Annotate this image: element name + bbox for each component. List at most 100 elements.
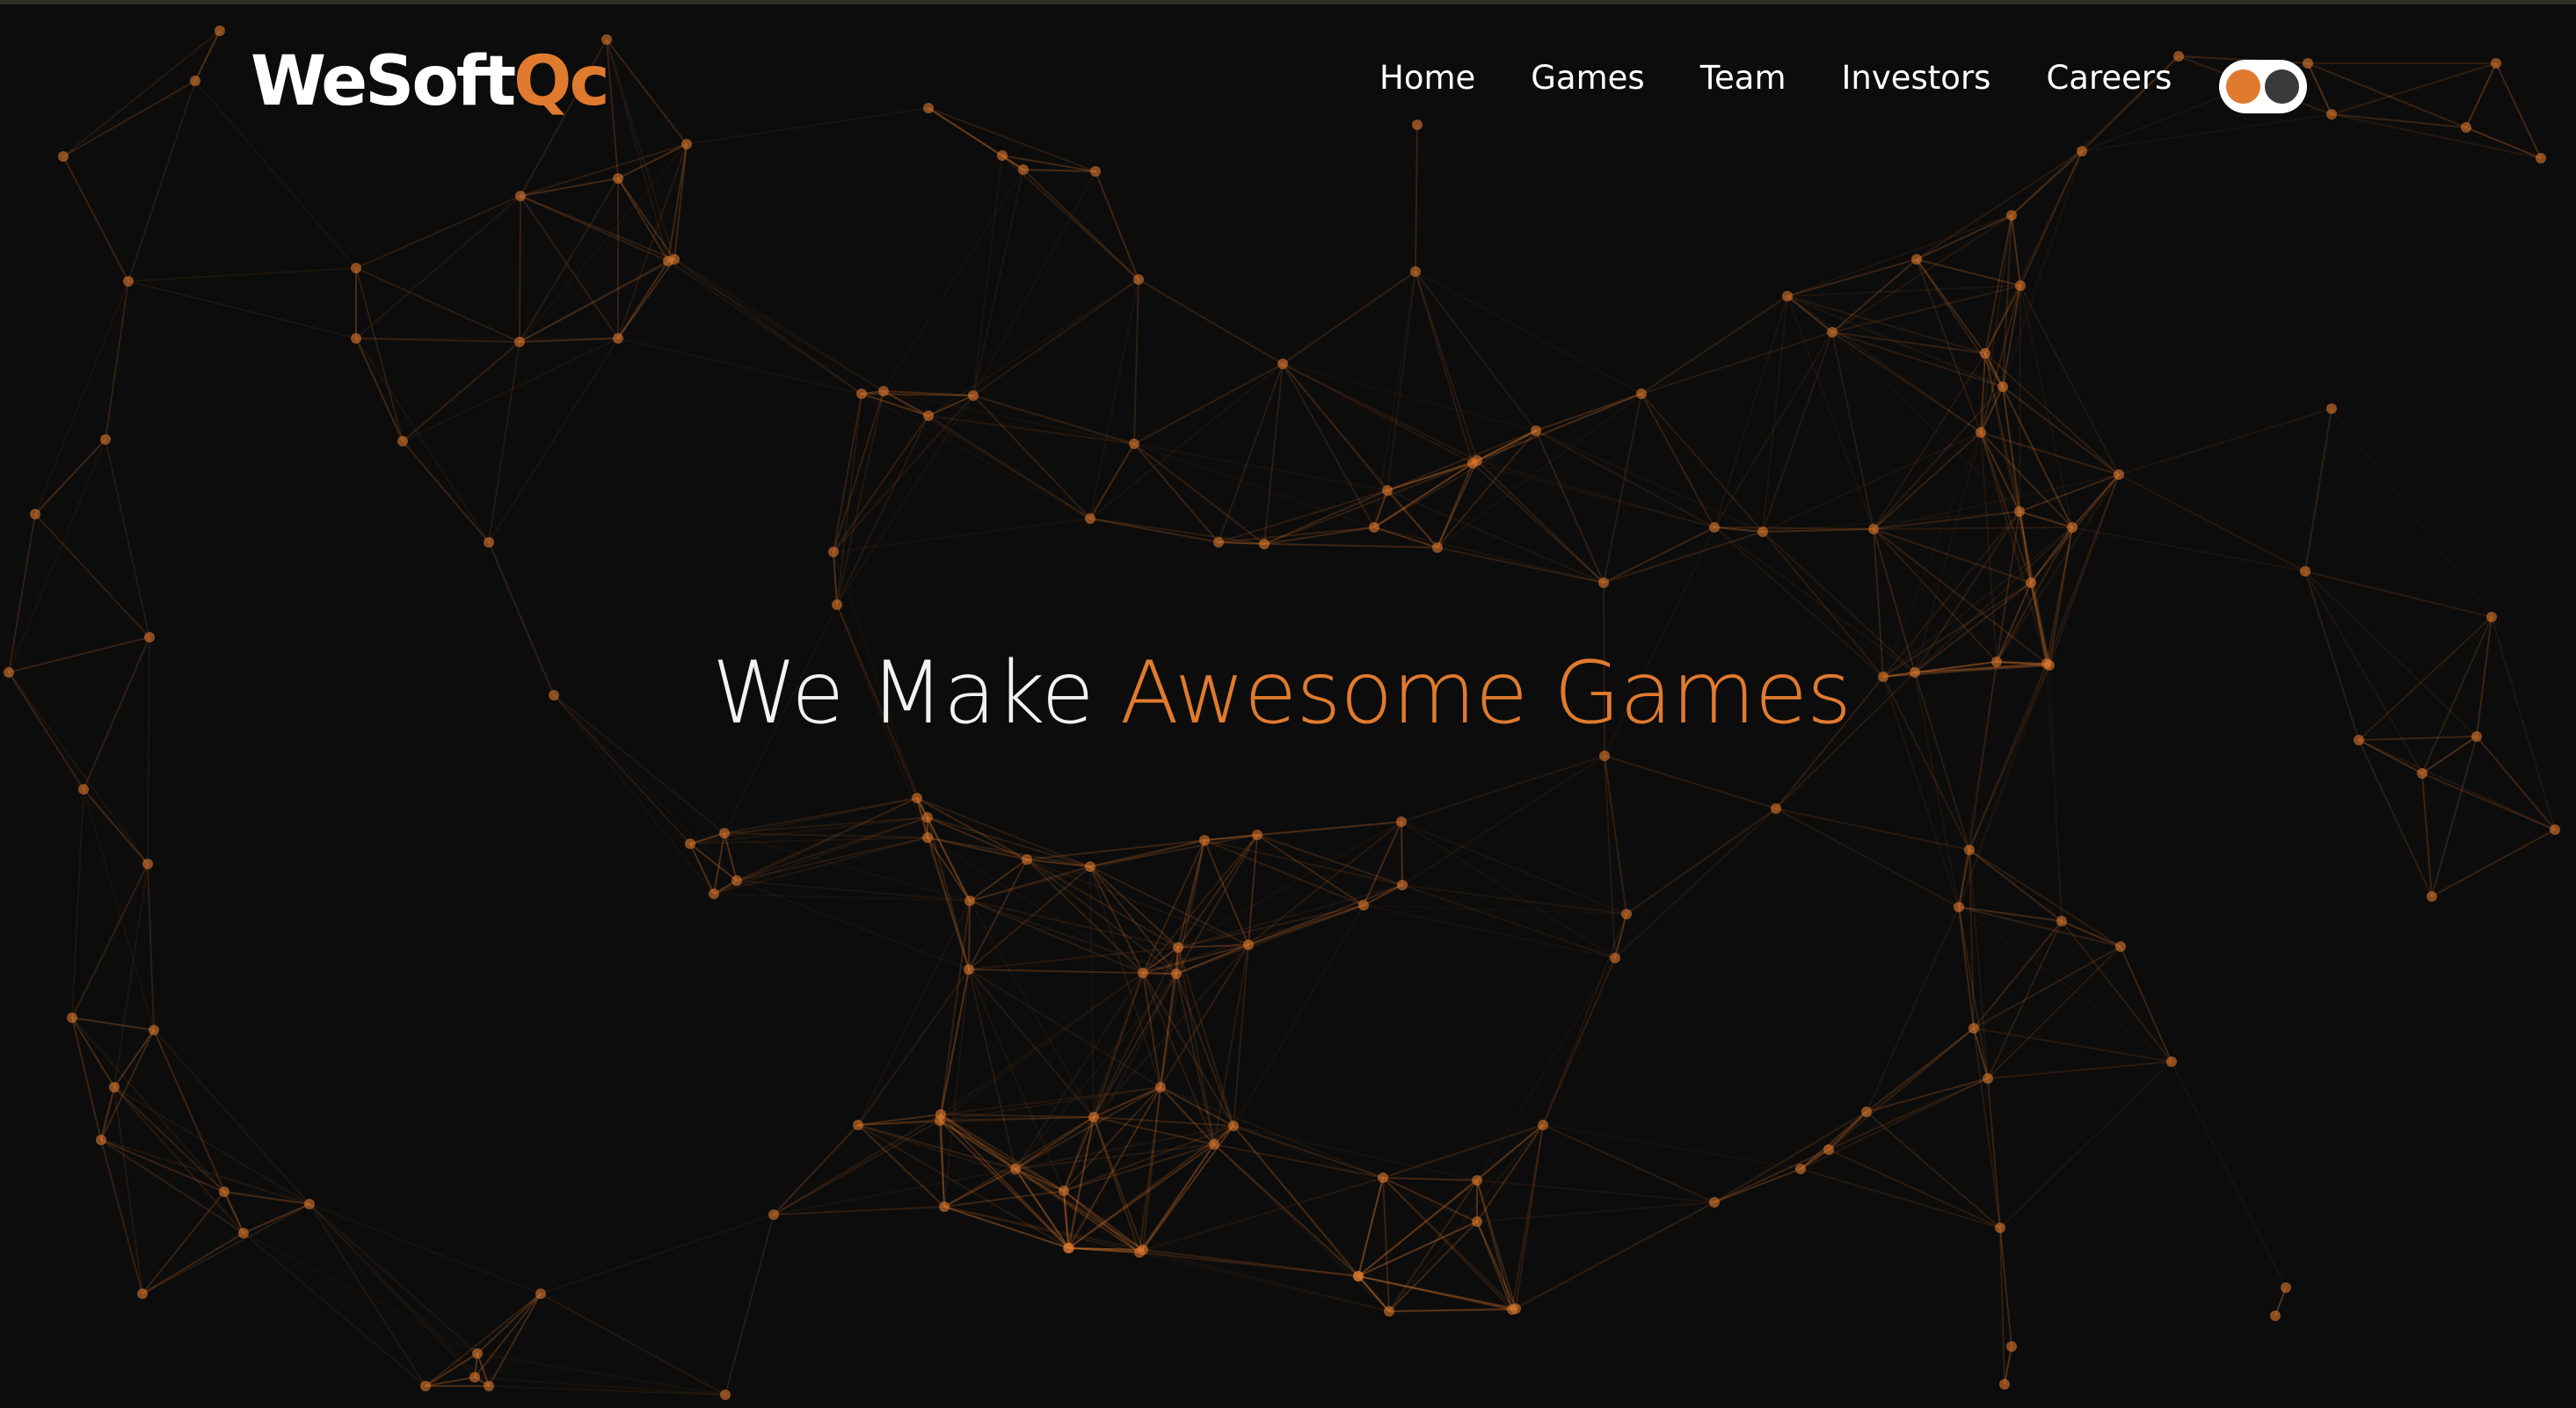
network-line	[2304, 408, 2332, 572]
network-line	[1614, 913, 1627, 959]
network-line	[1786, 295, 1986, 354]
network-node	[1378, 1172, 1388, 1183]
network-node	[2326, 403, 2337, 414]
network-line	[1786, 214, 2012, 297]
network-node	[1823, 1144, 1834, 1155]
network-line	[1958, 906, 1989, 1079]
network-line	[972, 155, 1003, 396]
network-line	[736, 816, 928, 882]
network-line	[713, 837, 928, 895]
network-line	[2421, 773, 2556, 831]
network-node	[923, 410, 934, 421]
network-line	[1177, 884, 1403, 948]
network-node	[2115, 941, 2126, 952]
network-node	[1976, 427, 1986, 438]
network-line	[1604, 755, 1616, 959]
network-line	[928, 279, 1139, 417]
network-node	[1868, 524, 1879, 534]
network-node	[535, 1288, 546, 1299]
network-node	[2417, 768, 2427, 779]
network-line	[1357, 1124, 1544, 1277]
network-node	[1636, 388, 1647, 399]
network-node	[853, 1120, 863, 1130]
network-node	[964, 896, 975, 906]
network-line	[113, 1086, 225, 1193]
network-line	[34, 439, 106, 515]
network-node	[109, 1082, 120, 1092]
hero-title-part1: We Make	[711, 643, 1120, 744]
network-line	[833, 518, 1091, 553]
network-line	[1828, 1078, 1989, 1150]
network-line	[1015, 973, 1177, 1170]
network-line	[1142, 972, 1161, 1088]
network-node	[709, 889, 719, 899]
network-line	[1142, 839, 1205, 974]
network-node	[1369, 522, 1379, 533]
network-line	[1831, 331, 2004, 388]
network-node	[1795, 1164, 1806, 1174]
logo-text-qc: Qc	[513, 42, 610, 121]
network-line	[1089, 866, 1095, 1118]
network-node	[514, 337, 525, 347]
network-line	[1603, 393, 1642, 584]
network-node	[304, 1199, 315, 1209]
network-line	[540, 1214, 775, 1295]
network-node	[922, 832, 933, 843]
network-line	[1542, 957, 1616, 1126]
nav-games[interactable]: Games	[1531, 62, 1644, 94]
nav-team[interactable]: Team	[1700, 62, 1786, 94]
network-line	[1138, 279, 1284, 365]
network-line	[1382, 1177, 1478, 1223]
network-line	[968, 969, 1144, 974]
network-line	[836, 415, 929, 606]
network-node	[472, 1348, 483, 1359]
network-node	[1709, 1197, 1720, 1208]
network-line	[105, 280, 129, 440]
network-line	[355, 195, 521, 339]
network-node	[2300, 566, 2310, 577]
logo[interactable]: WeSoftQc	[251, 47, 610, 116]
network-line	[8, 439, 106, 673]
nav-home[interactable]: Home	[1379, 62, 1475, 94]
network-line	[617, 337, 862, 395]
network-line	[1133, 363, 1284, 445]
network-line	[2358, 739, 2433, 897]
network-line	[2476, 736, 2556, 831]
network-line	[943, 1190, 1065, 1208]
network-line	[1401, 755, 1605, 886]
network-node	[469, 1372, 480, 1383]
network-line	[1973, 946, 2121, 1029]
network-line	[402, 341, 520, 442]
network-line	[724, 1214, 775, 1396]
network-line	[1095, 171, 1139, 280]
network-node	[1213, 537, 1224, 548]
network-node	[1397, 880, 1408, 890]
network-line	[1614, 808, 1777, 959]
network-line	[836, 390, 884, 606]
network-node	[1085, 513, 1095, 524]
network-line	[309, 1203, 542, 1295]
network-line	[1089, 443, 1135, 519]
network-node	[1129, 439, 1139, 449]
network-line	[2358, 736, 2478, 741]
network-line	[474, 1293, 542, 1378]
network-node	[1997, 381, 2008, 392]
network-node	[144, 632, 155, 642]
nav-careers[interactable]: Careers	[2046, 62, 2172, 94]
network-line	[883, 390, 1135, 445]
network-line	[1873, 432, 1982, 530]
network-node	[1243, 940, 1254, 950]
nav-investors[interactable]: Investors	[1842, 62, 1991, 94]
network-node	[1384, 1306, 1394, 1317]
network-node	[1277, 359, 1288, 369]
network-node	[731, 875, 742, 886]
network-line	[883, 169, 1024, 392]
network-line	[71, 1017, 115, 1088]
theme-toggle[interactable]	[2219, 60, 2307, 113]
network-node	[484, 1381, 494, 1391]
network-line	[1139, 1252, 1390, 1312]
network-line	[1604, 755, 1777, 809]
network-node	[30, 509, 40, 519]
network-line	[1535, 430, 1605, 584]
network-node	[1358, 900, 1369, 911]
